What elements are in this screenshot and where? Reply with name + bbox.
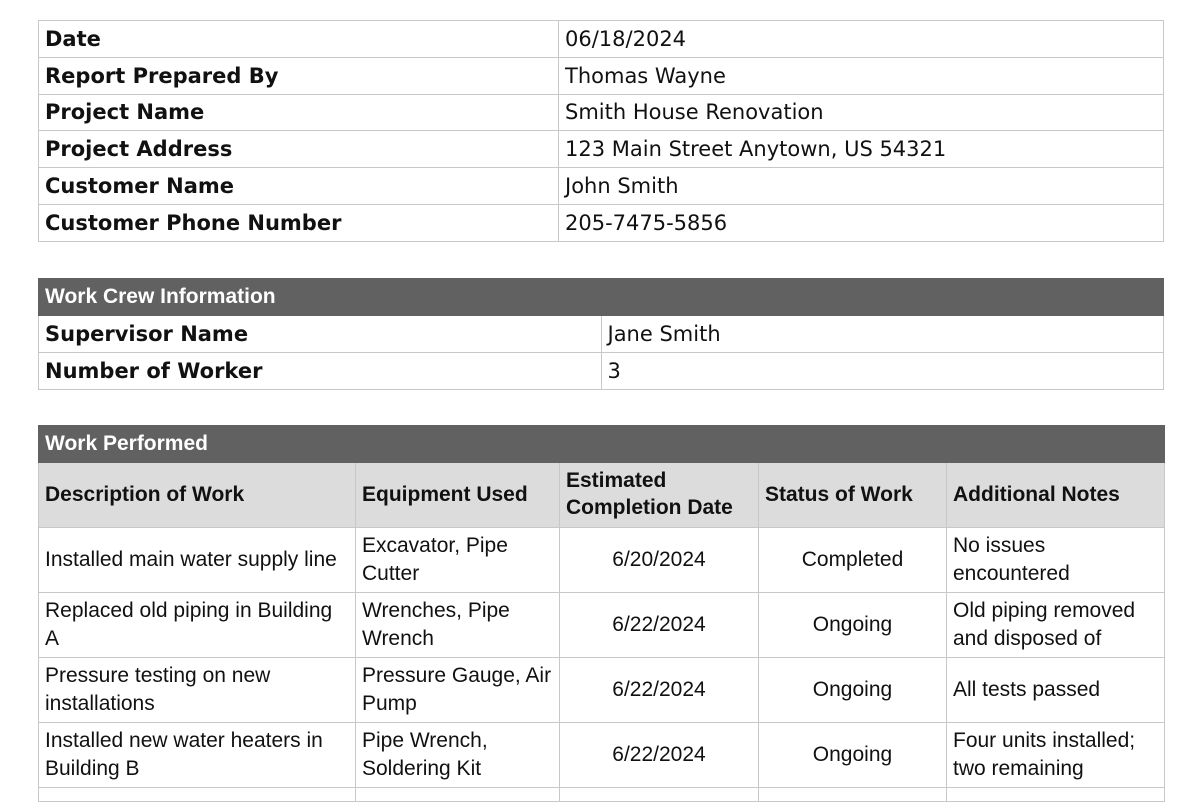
info-label: Project Address bbox=[38, 130, 559, 169]
table-row-partial bbox=[38, 787, 1166, 802]
work-date: 6/22/2024 bbox=[559, 722, 759, 788]
work-section-title: Work Performed bbox=[37, 425, 1166, 463]
info-row-prepared-by: Report Prepared By Thomas Wayne bbox=[38, 56, 1164, 95]
info-value: 123 Main Street Anytown, US 54321 bbox=[558, 130, 1164, 169]
crew-row-supervisor: Supervisor Name Jane Smith bbox=[38, 315, 1164, 353]
work-date: 6/22/2024 bbox=[559, 592, 759, 658]
column-header-description: Description of Work bbox=[38, 462, 356, 528]
info-row-project-name: Project Name Smith House Renovation bbox=[38, 93, 1164, 132]
table-row: Replaced old piping in Building A Wrench… bbox=[38, 592, 1166, 658]
info-label: Customer Name bbox=[38, 167, 559, 205]
work-description: Installed new water heaters in Building … bbox=[38, 722, 356, 788]
info-row-customer-name: Customer Name John Smith bbox=[38, 167, 1164, 205]
work-equipment: Wrenches, Pipe Wrench bbox=[355, 592, 560, 658]
column-header-status: Status of Work bbox=[758, 462, 947, 528]
column-header-equipment: Equipment Used bbox=[355, 462, 560, 528]
info-label: Date bbox=[38, 20, 559, 58]
crew-value: Jane Smith bbox=[600, 315, 1164, 353]
work-equipment: Pipe Wrench, Soldering Kit bbox=[355, 722, 560, 788]
table-row: Installed new water heaters in Building … bbox=[38, 722, 1166, 788]
work-equipment: Pressure Gauge, Air Pump bbox=[355, 657, 560, 723]
work-status: Ongoing bbox=[758, 592, 947, 658]
info-label: Project Name bbox=[38, 93, 559, 132]
info-value: Thomas Wayne bbox=[558, 56, 1164, 95]
crew-label: Number of Worker bbox=[38, 351, 602, 390]
info-label: Customer Phone Number bbox=[38, 203, 559, 242]
work-date: 6/22/2024 bbox=[559, 657, 759, 723]
work-notes: No issues encountered bbox=[945, 527, 1166, 593]
info-row-customer-phone: Customer Phone Number 205-7475-5856 bbox=[38, 203, 1164, 242]
info-label: Report Prepared By bbox=[38, 56, 559, 95]
work-status: Completed bbox=[758, 527, 947, 593]
work-notes: All tests passed bbox=[945, 657, 1166, 723]
info-value: John Smith bbox=[558, 167, 1164, 205]
work-description: Pressure testing on new installations bbox=[38, 657, 356, 723]
crew-section-title: Work Crew Information bbox=[38, 278, 1164, 316]
work-description: Replaced old piping in Building A bbox=[38, 592, 356, 658]
work-description: Installed main water supply line bbox=[38, 527, 356, 593]
crew-label: Supervisor Name bbox=[38, 315, 602, 353]
column-header-completion-date: Estimated Completion Date bbox=[559, 462, 759, 528]
work-equipment: Excavator, Pipe Cutter bbox=[355, 527, 560, 593]
work-status: Ongoing bbox=[758, 657, 947, 723]
report-info-table: Date 06/18/2024 Report Prepared By Thoma… bbox=[38, 20, 1164, 242]
info-value: Smith House Renovation bbox=[558, 93, 1164, 132]
work-performed-table: Work Performed Description of Work Equip… bbox=[37, 425, 1166, 802]
crew-row-workers: Number of Worker 3 bbox=[38, 351, 1164, 390]
info-value: 06/18/2024 bbox=[558, 20, 1164, 58]
info-row-project-address: Project Address 123 Main Street Anytown,… bbox=[38, 130, 1164, 169]
table-row: Pressure testing on new installations Pr… bbox=[38, 657, 1166, 723]
work-notes: Old piping removed and disposed of bbox=[945, 592, 1166, 658]
work-status: Ongoing bbox=[758, 722, 947, 788]
work-crew-table: Work Crew Information Supervisor Name Ja… bbox=[38, 278, 1164, 390]
info-row-date: Date 06/18/2024 bbox=[38, 20, 1164, 58]
info-value: 205-7475-5856 bbox=[558, 203, 1164, 242]
work-date: 6/20/2024 bbox=[559, 527, 759, 593]
work-notes: Four units installed; two remaining bbox=[945, 722, 1166, 788]
work-header-row: Description of Work Equipment Used Estim… bbox=[38, 462, 1166, 528]
crew-value: 3 bbox=[600, 351, 1164, 390]
column-header-notes: Additional Notes bbox=[945, 462, 1166, 528]
table-row: Installed main water supply line Excavat… bbox=[38, 527, 1166, 593]
